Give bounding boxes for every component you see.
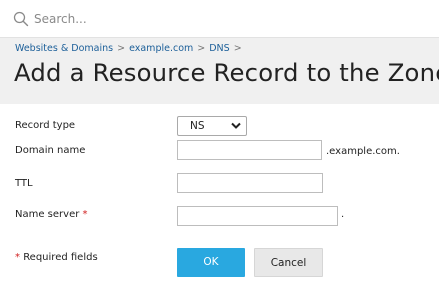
ok-button[interactable]: OK	[177, 248, 245, 277]
search-icon	[13, 11, 29, 27]
domain-suffix: .example.com.	[326, 146, 400, 157]
domain-name-field[interactable]	[177, 140, 322, 160]
breadcrumb-separator: >	[233, 43, 242, 54]
breadcrumb-domain[interactable]: example.com	[129, 43, 193, 54]
chevron-down-icon	[231, 122, 241, 129]
breadcrumb-websites-domains[interactable]: Websites & Domains	[15, 43, 113, 54]
required-mark: *	[82, 209, 88, 220]
name-server-field[interactable]	[177, 206, 338, 226]
record-type-select[interactable]: NS	[177, 116, 247, 136]
search-input[interactable]	[34, 8, 414, 30]
page-title: Add a Resource Record to the Zone	[14, 58, 439, 87]
page-header: Websites & Domains > example.com > DNS > Add …	[0, 38, 439, 104]
name-server-suffix: .	[341, 209, 345, 220]
required-mark: *	[15, 252, 20, 263]
breadcrumb-dns[interactable]: DNS	[209, 43, 229, 54]
domain-name-label: Domain name	[15, 145, 86, 156]
breadcrumb-separator: >	[197, 43, 206, 54]
ttl-field[interactable]	[177, 173, 323, 193]
ttl-label: TTL	[15, 178, 33, 189]
search-bar	[0, 0, 439, 38]
required-fields-text: Required fields	[23, 252, 98, 263]
name-server-label: Name server *	[15, 209, 88, 220]
cancel-button[interactable]: Cancel	[254, 248, 323, 277]
required-fields-note: * Required fields	[15, 252, 98, 263]
breadcrumb: Websites & Domains > example.com > DNS >	[15, 43, 246, 54]
name-server-label-text: Name server	[15, 209, 80, 220]
record-type-label: Record type	[15, 120, 76, 131]
breadcrumb-separator: >	[117, 43, 126, 54]
record-type-value: NS	[190, 120, 205, 132]
